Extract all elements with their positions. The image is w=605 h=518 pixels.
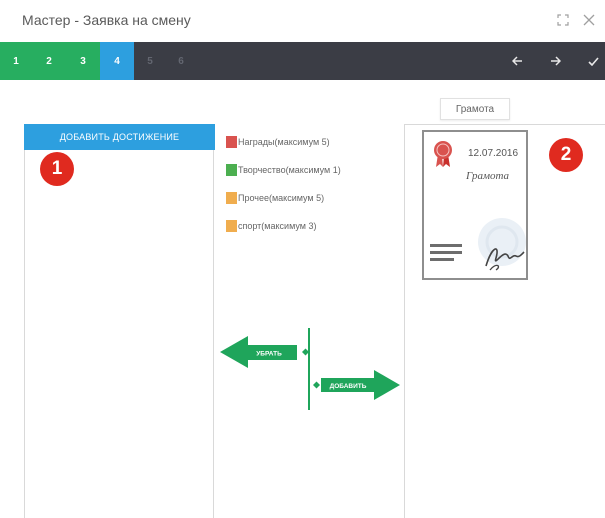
add-button[interactable]: ДОБАВИТЬ	[321, 370, 400, 400]
step-1[interactable]: 1	[0, 42, 32, 80]
legend-item-creativity: Творчество(максимум 1)	[226, 164, 341, 176]
title-bar: Мастер - Заявка на смену	[0, 0, 605, 42]
legend-item-awards: Награды(максимум 5)	[226, 136, 341, 148]
step-marker-badge-2: 2	[549, 138, 583, 172]
certificate-name: Грамота	[466, 170, 510, 182]
legend-swatch-awards	[226, 136, 237, 148]
remove-button[interactable]: УБРАТЬ	[220, 336, 297, 368]
text-lines-icon	[430, 244, 462, 261]
legend-item-other: Прочее(максимум 5)	[226, 192, 341, 204]
arrow-right-icon[interactable]	[543, 42, 567, 80]
certificate-card[interactable]: 12.07.2016 Грамота	[422, 130, 528, 280]
add-label: ДОБАВИТЬ	[330, 383, 367, 390]
wizard-step-bar: 1 2 3 4 5 6	[0, 42, 605, 80]
transfer-arrows: УБРАТЬ ДОБАВИТЬ	[220, 328, 400, 410]
window-title: Мастер - Заявка на смену	[22, 12, 191, 28]
legend-swatch-creativity	[226, 164, 237, 176]
legend-swatch-other	[226, 192, 237, 204]
check-icon[interactable]	[581, 42, 605, 80]
legend-label-creativity: Творчество(максимум 1)	[238, 165, 341, 175]
signature-icon	[485, 248, 525, 271]
legend-swatch-sport	[226, 220, 237, 232]
close-icon[interactable]	[577, 8, 601, 32]
certificate-date: 12.07.2016	[468, 148, 519, 159]
legend-label-awards: Награды(максимум 5)	[238, 137, 330, 147]
legend-item-sport: спорт(максимум 3)	[226, 220, 341, 232]
legend-label-other: Прочее(максимум 5)	[238, 193, 325, 203]
certificate-tooltip: Грамота	[440, 98, 510, 120]
expand-icon[interactable]	[551, 8, 575, 32]
step-6: 6	[178, 55, 184, 67]
category-legend: Награды(максимум 5) Творчество(максимум …	[226, 136, 341, 248]
step-5: 5	[147, 55, 153, 67]
step-marker-badge-1: 1	[40, 152, 74, 186]
award-seal-icon	[434, 141, 452, 167]
legend-label-sport: спорт(максимум 3)	[238, 221, 317, 231]
arrow-left-icon[interactable]	[505, 42, 529, 80]
step-4[interactable]: 4	[100, 42, 134, 80]
step-3[interactable]: 3	[66, 42, 100, 80]
remove-label: УБРАТЬ	[256, 351, 282, 358]
add-connector-diamond	[313, 381, 320, 389]
step-2[interactable]: 2	[32, 42, 66, 80]
add-achievement-button[interactable]: ДОБАВИТЬ ДОСТИЖЕНИЕ	[24, 124, 215, 150]
remove-connector-diamond	[302, 348, 309, 356]
